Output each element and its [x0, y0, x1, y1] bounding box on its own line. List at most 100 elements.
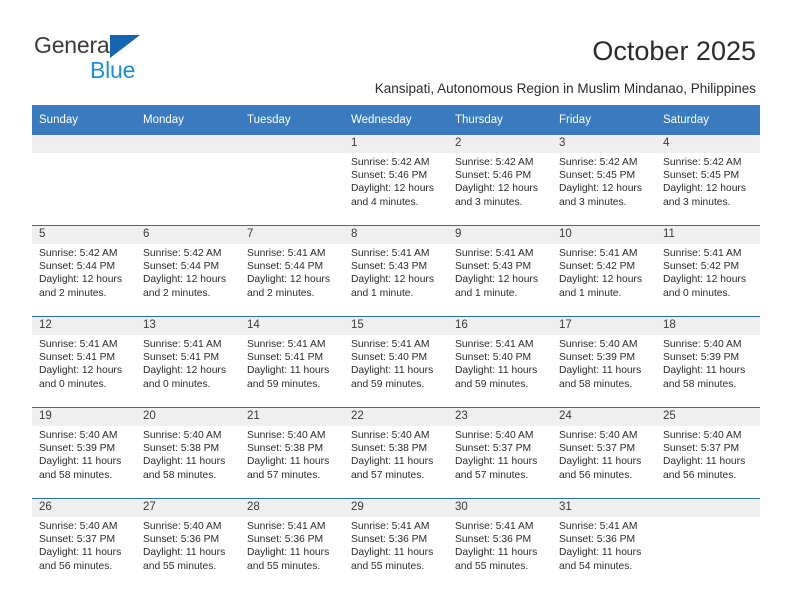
calendar-day-cell[interactable]: 15 Sunrise: 5:41 AM Sunset: 5:40 PM Dayligh… — [344, 316, 448, 408]
calendar-week-row: 5 Sunrise: 5:42 AM Sunset: 5:44 PM Daylight… — [32, 225, 760, 317]
day-detail: Sunrise: 5:42 AM Sunset: 5:44 PM Daylight:… — [32, 244, 136, 300]
daylight-text: Daylight: 11 hours and 58 minutes. — [663, 365, 746, 390]
day-detail: Sunrise: 5:42 AM Sunset: 5:45 PM Daylight:… — [552, 153, 656, 209]
day-cell-inner — [656, 499, 760, 589]
calendar-day-cell[interactable]: 1 Sunrise: 5:42 AM Sunset: 5:46 PM Daylight… — [344, 134, 448, 226]
day-detail: Sunrise: 5:42 AM Sunset: 5:46 PM Daylight:… — [344, 153, 448, 209]
calendar-day-cell[interactable]: 19 Sunrise: 5:40 AM Sunset: 5:39 PM Dayligh… — [32, 407, 136, 499]
calendar-day-cell[interactable]: 25 Sunrise: 5:40 AM Sunset: 5:37 PM Dayligh… — [656, 407, 760, 499]
day-cell-inner: 16 Sunrise: 5:41 AM Sunset: 5:40 PM Dayligh… — [448, 317, 552, 407]
day-detail: Sunrise: 5:41 AM Sunset: 5:36 PM Daylight:… — [448, 517, 552, 573]
sunrise-text: Sunrise: 5:42 AM — [143, 248, 222, 259]
logo-text-general: General — [34, 32, 115, 58]
calendar-week-row: 19 Sunrise: 5:40 AM Sunset: 5:39 PM Dayligh… — [32, 407, 760, 499]
sunrise-text: Sunrise: 5:42 AM — [559, 157, 638, 168]
day-cell-inner: 8 Sunrise: 5:41 AM Sunset: 5:43 PM Daylight… — [344, 226, 448, 316]
sunset-text: Sunset: 5:42 PM — [663, 261, 740, 273]
daylight-text: Daylight: 11 hours and 59 minutes. — [455, 365, 538, 390]
day-detail: Sunrise: 5:41 AM Sunset: 5:40 PM Daylight:… — [344, 335, 448, 391]
day-number: 5 — [32, 226, 136, 244]
day-detail: Sunrise: 5:41 AM Sunset: 5:42 PM Daylight:… — [656, 244, 760, 300]
calendar-day-cell[interactable]: 4 Sunrise: 5:42 AM Sunset: 5:45 PM Daylight… — [656, 134, 760, 226]
calendar-day-cell[interactable]: 10 Sunrise: 5:41 AM Sunset: 5:42 PM Dayligh… — [552, 225, 656, 317]
day-cell-inner: 20 Sunrise: 5:40 AM Sunset: 5:38 PM Dayligh… — [136, 408, 240, 498]
day-number: 19 — [32, 408, 136, 426]
sunset-text: Sunset: 5:46 PM — [351, 170, 428, 182]
daylight-text: Daylight: 11 hours and 55 minutes. — [143, 547, 226, 572]
sunrise-text: Sunrise: 5:41 AM — [559, 248, 638, 259]
day-cell-inner: 4 Sunrise: 5:42 AM Sunset: 5:45 PM Daylight… — [656, 135, 760, 225]
day-cell-inner: 12 Sunrise: 5:41 AM Sunset: 5:41 PM Dayligh… — [32, 317, 136, 407]
day-detail: Sunrise: 5:41 AM Sunset: 5:36 PM Daylight:… — [552, 517, 656, 573]
weekday-header-saturday: Saturday — [656, 105, 760, 135]
calendar-day-cell[interactable]: 17 Sunrise: 5:40 AM Sunset: 5:39 PM Dayligh… — [552, 316, 656, 408]
sunset-text: Sunset: 5:40 PM — [455, 352, 532, 364]
day-detail: Sunrise: 5:41 AM Sunset: 5:44 PM Daylight:… — [240, 244, 344, 300]
general-blue-logo[interactable]: General Blue — [34, 32, 234, 84]
sunrise-text: Sunrise: 5:41 AM — [455, 248, 534, 259]
day-detail: Sunrise: 5:40 AM Sunset: 5:38 PM Daylight:… — [136, 426, 240, 482]
calendar-day-cell[interactable]: 18 Sunrise: 5:40 AM Sunset: 5:39 PM Dayligh… — [656, 316, 760, 408]
calendar-day-cell[interactable]: 6 Sunrise: 5:42 AM Sunset: 5:44 PM Daylight… — [136, 225, 240, 317]
sunrise-text: Sunrise: 5:40 AM — [663, 339, 742, 350]
sunset-text: Sunset: 5:39 PM — [39, 443, 116, 455]
daylight-text: Daylight: 11 hours and 56 minutes. — [663, 456, 746, 481]
weekday-header-friday: Friday — [552, 105, 656, 135]
sunset-text: Sunset: 5:44 PM — [247, 261, 324, 273]
sunset-text: Sunset: 5:41 PM — [247, 352, 324, 364]
day-number: 9 — [448, 226, 552, 244]
calendar-day-cell[interactable]: 5 Sunrise: 5:42 AM Sunset: 5:44 PM Daylight… — [32, 225, 136, 317]
day-cell-inner — [32, 135, 136, 225]
day-number: 17 — [552, 317, 656, 335]
calendar-day-cell[interactable]: 16 Sunrise: 5:41 AM Sunset: 5:40 PM Dayligh… — [448, 316, 552, 408]
calendar-day-cell[interactable]: 28 Sunrise: 5:41 AM Sunset: 5:36 PM Dayligh… — [240, 498, 344, 589]
day-number: 28 — [240, 499, 344, 517]
day-number: 30 — [448, 499, 552, 517]
calendar-day-cell[interactable]: 26 Sunrise: 5:40 AM Sunset: 5:37 PM Dayligh… — [32, 498, 136, 589]
calendar-day-cell-empty — [32, 134, 136, 226]
daylight-text: Daylight: 12 hours and 3 minutes. — [663, 183, 746, 208]
day-detail: Sunrise: 5:42 AM Sunset: 5:45 PM Daylight:… — [656, 153, 760, 209]
sunset-text: Sunset: 5:36 PM — [247, 534, 324, 546]
calendar-day-cell[interactable]: 3 Sunrise: 5:42 AM Sunset: 5:45 PM Daylight… — [552, 134, 656, 226]
day-detail: Sunrise: 5:42 AM Sunset: 5:44 PM Daylight:… — [136, 244, 240, 300]
calendar-day-cell[interactable]: 20 Sunrise: 5:40 AM Sunset: 5:38 PM Dayligh… — [136, 407, 240, 499]
day-number: 31 — [552, 499, 656, 517]
sunset-text: Sunset: 5:45 PM — [663, 170, 740, 182]
sunrise-text: Sunrise: 5:40 AM — [247, 430, 326, 441]
day-cell-inner: 2 Sunrise: 5:42 AM Sunset: 5:46 PM Daylight… — [448, 135, 552, 225]
sunset-text: Sunset: 5:41 PM — [143, 352, 220, 364]
day-cell-inner: 29 Sunrise: 5:41 AM Sunset: 5:36 PM Dayligh… — [344, 499, 448, 589]
day-cell-inner: 24 Sunrise: 5:40 AM Sunset: 5:37 PM Dayligh… — [552, 408, 656, 498]
calendar-day-cell[interactable]: 8 Sunrise: 5:41 AM Sunset: 5:43 PM Daylight… — [344, 225, 448, 317]
weekday-header-wednesday: Wednesday — [344, 105, 448, 135]
sunrise-text: Sunrise: 5:41 AM — [351, 521, 430, 532]
sunrise-text: Sunrise: 5:40 AM — [663, 430, 742, 441]
calendar-day-cell[interactable]: 29 Sunrise: 5:41 AM Sunset: 5:36 PM Dayligh… — [344, 498, 448, 589]
sunrise-text: Sunrise: 5:41 AM — [351, 339, 430, 350]
calendar-day-cell[interactable]: 21 Sunrise: 5:40 AM Sunset: 5:38 PM Dayligh… — [240, 407, 344, 499]
sunrise-text: Sunrise: 5:41 AM — [247, 248, 326, 259]
calendar-day-cell[interactable]: 12 Sunrise: 5:41 AM Sunset: 5:41 PM Dayligh… — [32, 316, 136, 408]
calendar-day-cell[interactable]: 7 Sunrise: 5:41 AM Sunset: 5:44 PM Daylight… — [240, 225, 344, 317]
calendar-day-cell[interactable]: 30 Sunrise: 5:41 AM Sunset: 5:36 PM Dayligh… — [448, 498, 552, 589]
calendar-day-cell[interactable]: 2 Sunrise: 5:42 AM Sunset: 5:46 PM Daylight… — [448, 134, 552, 226]
calendar-day-cell[interactable]: 31 Sunrise: 5:41 AM Sunset: 5:36 PM Dayligh… — [552, 498, 656, 589]
calendar-day-cell[interactable]: 23 Sunrise: 5:40 AM Sunset: 5:37 PM Dayligh… — [448, 407, 552, 499]
sunset-text: Sunset: 5:36 PM — [455, 534, 532, 546]
sunset-text: Sunset: 5:38 PM — [351, 443, 428, 455]
calendar-day-cell[interactable]: 27 Sunrise: 5:40 AM Sunset: 5:36 PM Dayligh… — [136, 498, 240, 589]
day-cell-inner: 11 Sunrise: 5:41 AM Sunset: 5:42 PM Dayligh… — [656, 226, 760, 316]
calendar-day-cell[interactable]: 9 Sunrise: 5:41 AM Sunset: 5:43 PM Daylight… — [448, 225, 552, 317]
calendar-day-cell[interactable]: 22 Sunrise: 5:40 AM Sunset: 5:38 PM Dayligh… — [344, 407, 448, 499]
sunset-text: Sunset: 5:45 PM — [559, 170, 636, 182]
calendar-day-cell[interactable]: 11 Sunrise: 5:41 AM Sunset: 5:42 PM Dayligh… — [656, 225, 760, 317]
day-cell-inner: 15 Sunrise: 5:41 AM Sunset: 5:40 PM Dayligh… — [344, 317, 448, 407]
day-number — [32, 135, 136, 153]
calendar-day-cell[interactable]: 24 Sunrise: 5:40 AM Sunset: 5:37 PM Dayligh… — [552, 407, 656, 499]
day-number: 24 — [552, 408, 656, 426]
calendar-day-cell[interactable]: 13 Sunrise: 5:41 AM Sunset: 5:41 PM Dayligh… — [136, 316, 240, 408]
sunset-text: Sunset: 5:40 PM — [351, 352, 428, 364]
calendar-day-cell[interactable]: 14 Sunrise: 5:41 AM Sunset: 5:41 PM Dayligh… — [240, 316, 344, 408]
day-detail: Sunrise: 5:41 AM Sunset: 5:41 PM Daylight:… — [240, 335, 344, 391]
